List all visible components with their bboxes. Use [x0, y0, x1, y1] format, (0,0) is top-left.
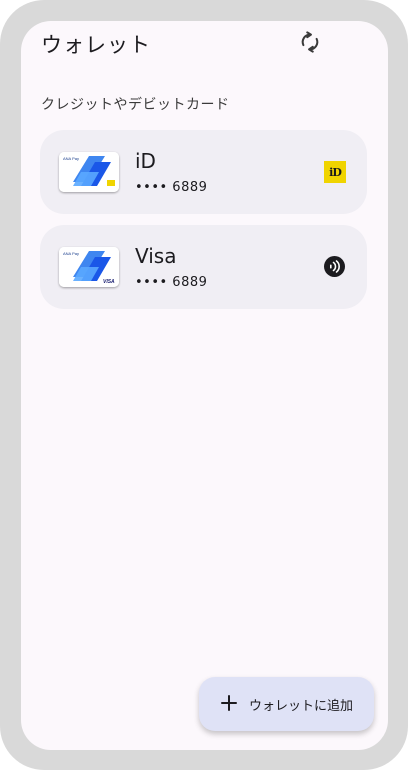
- visa-network-text: VISA: [103, 279, 115, 285]
- wallet-screen: ウォレット クレジットやデビットカード ANA Pay iD •••• 6889: [21, 21, 388, 750]
- add-to-wallet-button[interactable]: ウォレットに追加: [199, 677, 374, 731]
- card-art: ANA Pay: [59, 152, 119, 192]
- sync-icon[interactable]: [299, 31, 321, 53]
- device-frame: ウォレット クレジットやデビットカード ANA Pay iD •••• 6889: [0, 0, 408, 770]
- section-heading: クレジットやデビットカード: [41, 97, 230, 113]
- card-name: Visa: [135, 244, 177, 268]
- card-brand-text: ANA Pay: [63, 156, 79, 161]
- card-number: •••• 6889: [135, 275, 208, 290]
- card-name: iD: [135, 149, 156, 173]
- card-item-id[interactable]: ANA Pay iD •••• 6889 iD: [40, 130, 367, 214]
- card-brand-text: ANA Pay: [63, 251, 79, 256]
- card-number: •••• 6889: [135, 180, 208, 195]
- card-art: ANA Pay VISA: [59, 247, 119, 287]
- id-logo-text: iD: [329, 165, 342, 179]
- card-item-visa[interactable]: ANA Pay VISA Visa •••• 6889: [40, 225, 367, 309]
- add-to-wallet-label: ウォレットに追加: [249, 699, 354, 714]
- page-title: ウォレット: [41, 33, 151, 57]
- nfc-icon: [324, 256, 345, 277]
- plus-icon: [221, 695, 237, 711]
- id-logo-icon: iD: [324, 161, 346, 183]
